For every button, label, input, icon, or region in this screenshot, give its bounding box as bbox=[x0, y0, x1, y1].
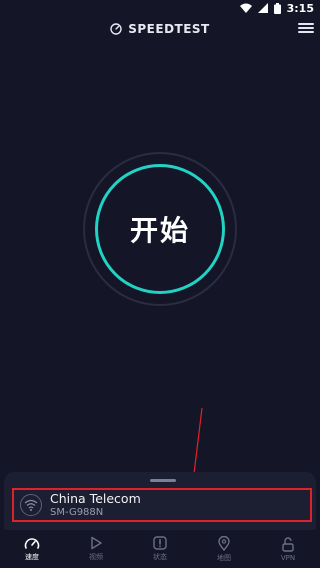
network-sheet[interactable]: China Telecom SM-G988N bbox=[4, 472, 316, 530]
nav-item-status[interactable]: 状态 bbox=[128, 530, 192, 568]
status-time: 3:15 bbox=[286, 1, 314, 15]
start-button[interactable]: 开始 bbox=[95, 164, 225, 294]
nav-label-speed: 速度 bbox=[25, 553, 39, 561]
drag-handle[interactable] bbox=[150, 479, 176, 482]
status-bar: 3:15 bbox=[0, 0, 320, 16]
bottom-nav: 速度 视频 状态 地图 VPN bbox=[0, 530, 320, 568]
app-header: SPEEDTEST bbox=[0, 16, 320, 42]
nav-item-map[interactable]: 地图 bbox=[192, 530, 256, 568]
wifi-icon bbox=[20, 494, 42, 516]
network-info-card[interactable]: China Telecom SM-G988N bbox=[12, 488, 312, 522]
network-text: China Telecom SM-G988N bbox=[50, 490, 141, 519]
speed-gauge-icon bbox=[24, 538, 40, 549]
brand-logo: SPEEDTEST bbox=[110, 22, 210, 36]
device-model: SM-G988N bbox=[50, 507, 104, 519]
brand-name: SPEEDTEST bbox=[128, 22, 210, 36]
alert-icon bbox=[153, 536, 167, 550]
nav-label-status: 状态 bbox=[153, 553, 167, 561]
battery-icon bbox=[273, 2, 281, 14]
network-name: China Telecom bbox=[50, 490, 141, 506]
nav-item-vpn[interactable]: VPN bbox=[256, 530, 320, 568]
wifi-signal-icon bbox=[239, 3, 252, 13]
nav-label-map: 地图 bbox=[217, 553, 231, 562]
nav-label-vpn: VPN bbox=[280, 553, 296, 562]
nav-label-video: 视频 bbox=[89, 553, 103, 561]
cell-signal-icon bbox=[257, 3, 268, 13]
play-icon bbox=[91, 536, 102, 550]
start-button-outer-ring: 开始 bbox=[83, 152, 237, 306]
speedometer-icon bbox=[110, 23, 122, 35]
start-button-label: 开始 bbox=[129, 214, 190, 247]
hamburger-menu-icon[interactable] bbox=[298, 21, 314, 37]
nav-item-video[interactable]: 视频 bbox=[64, 530, 128, 568]
lock-icon bbox=[282, 536, 294, 552]
map-pin-icon bbox=[218, 535, 230, 551]
nav-item-speed[interactable]: 速度 bbox=[0, 530, 64, 568]
